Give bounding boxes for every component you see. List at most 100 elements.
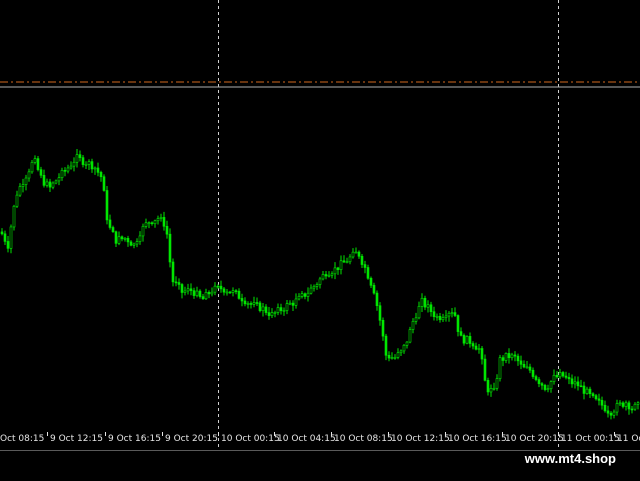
candle xyxy=(204,288,208,300)
candle xyxy=(633,402,637,411)
candle xyxy=(594,393,598,401)
candle xyxy=(264,304,268,316)
candle xyxy=(123,236,127,242)
candle xyxy=(627,400,631,415)
candle xyxy=(375,290,379,311)
candle xyxy=(438,313,442,323)
candle xyxy=(105,185,109,225)
candle xyxy=(234,289,238,295)
candle xyxy=(429,301,433,317)
candle xyxy=(579,379,583,388)
candle xyxy=(69,161,73,170)
candle xyxy=(213,282,217,296)
candle xyxy=(267,306,271,320)
candle xyxy=(591,392,595,398)
candle xyxy=(315,282,319,290)
candle xyxy=(447,311,451,322)
candle xyxy=(279,303,283,315)
x-tick-label: 11 Oct xyxy=(617,434,640,444)
price-chart[interactable]: Oct 08:15 9 Oct 12:15 9 Oct 16:15 9 Oct 20:… xyxy=(0,0,640,450)
x-tick-label: 9 Oct 16:15 xyxy=(108,434,161,444)
candle xyxy=(543,383,547,392)
candle xyxy=(537,377,541,388)
candle xyxy=(15,190,19,209)
candle xyxy=(171,258,175,287)
candle xyxy=(48,178,52,192)
candle xyxy=(9,224,13,254)
candle xyxy=(72,157,76,172)
candle xyxy=(75,149,79,168)
candle xyxy=(141,223,145,242)
candle xyxy=(255,297,259,306)
candle xyxy=(468,332,472,348)
candle xyxy=(219,280,223,293)
candle xyxy=(552,369,556,385)
candle xyxy=(231,287,235,297)
candle xyxy=(207,290,211,299)
candle xyxy=(90,158,94,173)
candle xyxy=(168,228,172,268)
candle xyxy=(453,307,457,317)
candle xyxy=(489,384,493,397)
candle xyxy=(441,313,445,322)
candle xyxy=(321,271,325,281)
candle xyxy=(198,289,202,299)
candle xyxy=(558,368,562,380)
candle xyxy=(45,178,49,188)
candle xyxy=(480,345,484,365)
candle xyxy=(21,178,25,193)
candle xyxy=(42,169,46,188)
candle xyxy=(0,228,4,236)
candle xyxy=(381,317,385,341)
candle xyxy=(360,254,364,269)
candle xyxy=(225,288,229,296)
candle xyxy=(576,376,580,391)
candle xyxy=(210,287,214,297)
candle xyxy=(405,341,409,349)
candle xyxy=(501,355,505,367)
candle xyxy=(318,276,322,289)
candle xyxy=(435,313,439,321)
candle xyxy=(87,159,91,171)
candle xyxy=(522,360,526,369)
candle xyxy=(93,166,97,175)
candle xyxy=(111,225,115,233)
candle xyxy=(330,271,334,279)
candle xyxy=(120,235,124,242)
candle xyxy=(174,276,178,287)
candle xyxy=(393,354,397,360)
candle xyxy=(138,231,142,245)
candle xyxy=(396,348,400,360)
candle xyxy=(309,284,313,295)
candle xyxy=(186,283,190,295)
candle xyxy=(618,400,622,407)
candle xyxy=(606,405,610,418)
candle xyxy=(570,374,574,388)
chart-canvas[interactable]: Oct 08:15 9 Oct 12:15 9 Oct 16:15 9 Oct 20:… xyxy=(0,0,640,450)
candle xyxy=(456,314,460,337)
candle xyxy=(471,341,475,350)
candle xyxy=(246,301,250,309)
candle xyxy=(12,204,16,231)
candle xyxy=(180,283,184,299)
candle xyxy=(240,293,244,307)
x-tick-label: 9 Oct 20:15 xyxy=(165,434,218,444)
candle xyxy=(294,293,298,309)
candle xyxy=(102,174,106,192)
candle xyxy=(300,290,304,299)
candle xyxy=(129,240,133,247)
candle xyxy=(303,292,307,300)
candle xyxy=(516,353,520,366)
candle xyxy=(306,287,310,302)
candle xyxy=(54,179,58,185)
candle xyxy=(621,401,625,409)
candle xyxy=(165,220,169,239)
candle xyxy=(162,211,166,231)
candle xyxy=(519,355,523,370)
candle xyxy=(387,351,391,362)
candle xyxy=(546,384,550,393)
candle xyxy=(561,371,565,378)
candle xyxy=(603,400,607,413)
candle xyxy=(36,155,40,172)
candle xyxy=(564,371,568,380)
